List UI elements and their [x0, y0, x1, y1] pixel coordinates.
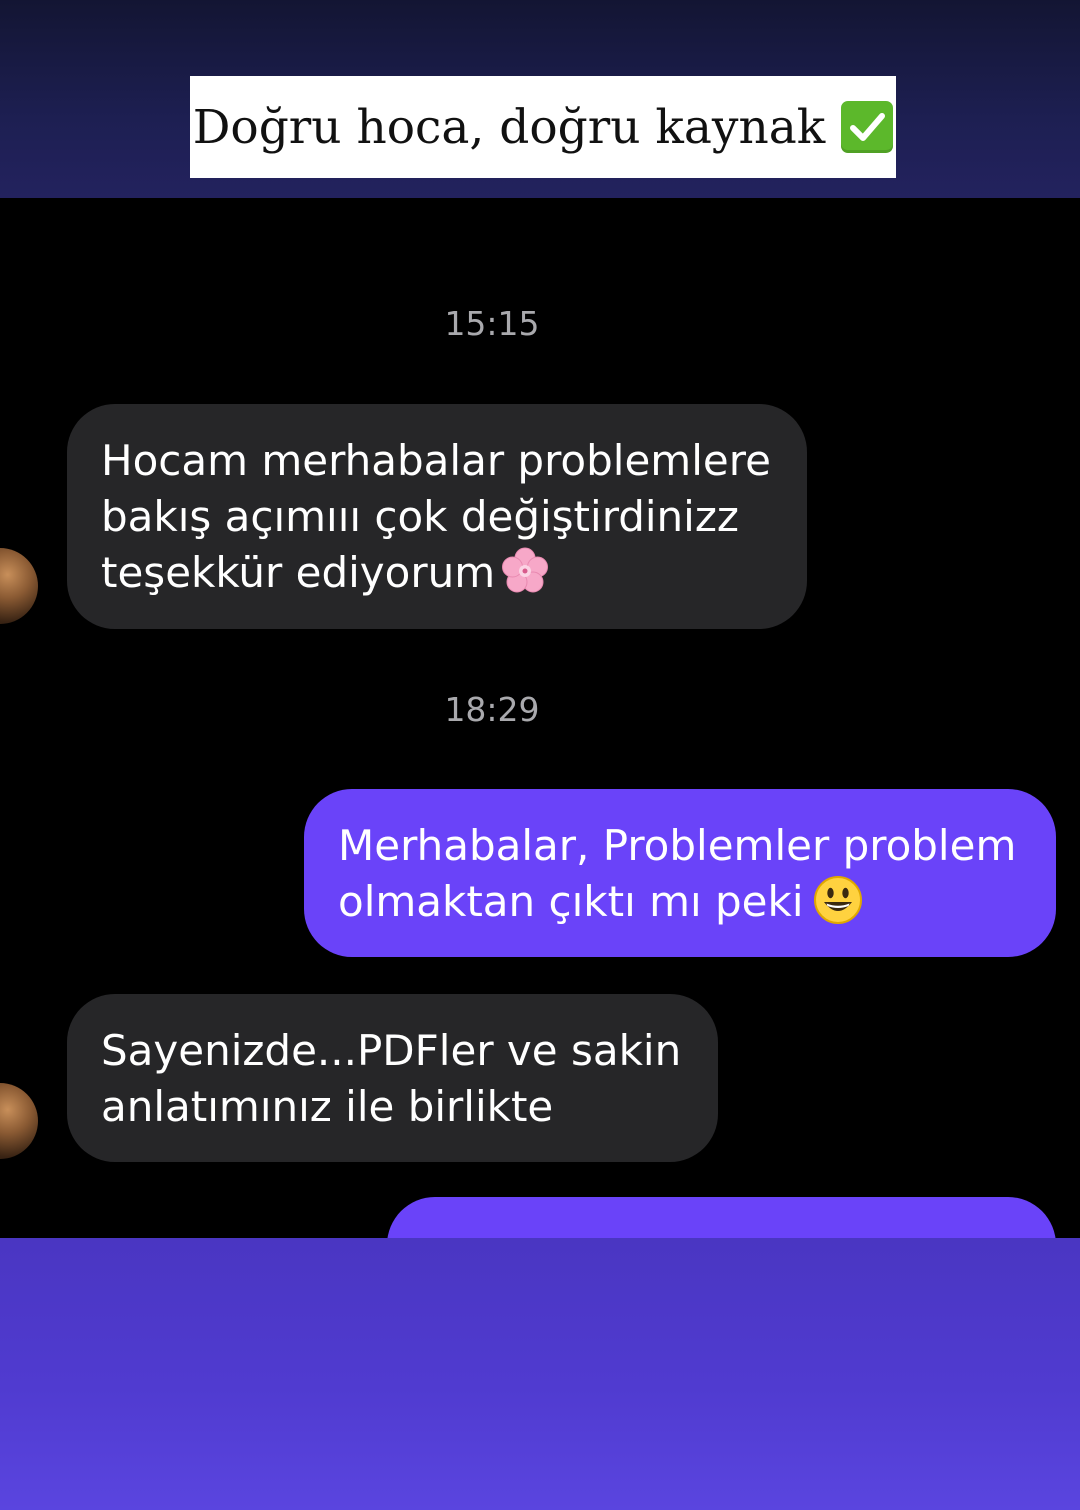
timestamp: 18:29	[444, 690, 540, 729]
message-line: teşekkür ediyorum	[101, 545, 777, 601]
message-line: Merhabalar, Problemler problem	[338, 821, 1017, 870]
timestamp: 15:15	[444, 304, 540, 343]
message-line: Sayenizde...PDFler ve sakin	[101, 1026, 682, 1075]
avatar[interactable]	[0, 1083, 38, 1159]
grinning-face-icon	[813, 876, 862, 924]
message-line: anlatımınız ile birlikte	[101, 1082, 554, 1131]
message-line-text: olmaktan çıktı mı peki	[338, 877, 804, 926]
cherry-blossom-icon	[502, 547, 549, 593]
check-mark-button-icon	[841, 101, 894, 153]
message-bubble-incoming[interactable]: Hocam merhabalar problemlere bakış açımı…	[67, 404, 807, 629]
top-banner: Doğru hoca, doğru kaynak	[0, 0, 1080, 198]
chat-thread[interactable]: 15:15 Hocam merhabalar problemlere bakış…	[0, 198, 1080, 1238]
avatar[interactable]	[0, 548, 38, 624]
bottom-banner	[0, 1238, 1080, 1510]
message-bubble-outgoing[interactable]: Merhabalar, Problemler problem olmaktan …	[304, 789, 1056, 957]
message-line-text: teşekkür ediyorum	[101, 548, 496, 597]
message-bubble-outgoing-partial[interactable]	[387, 1197, 1056, 1238]
message-bubble-incoming[interactable]: Sayenizde...PDFler ve sakin anlatımınız …	[67, 994, 718, 1162]
message-line: olmaktan çıktı mı peki	[338, 874, 1026, 930]
message-line: Hocam merhabalar problemlere	[101, 436, 771, 485]
caption-box: Doğru hoca, doğru kaynak	[190, 76, 896, 178]
message-line: bakış açımııı çok değiştirdinizz	[101, 492, 739, 541]
caption-text: Doğru hoca, doğru kaynak	[192, 99, 826, 155]
